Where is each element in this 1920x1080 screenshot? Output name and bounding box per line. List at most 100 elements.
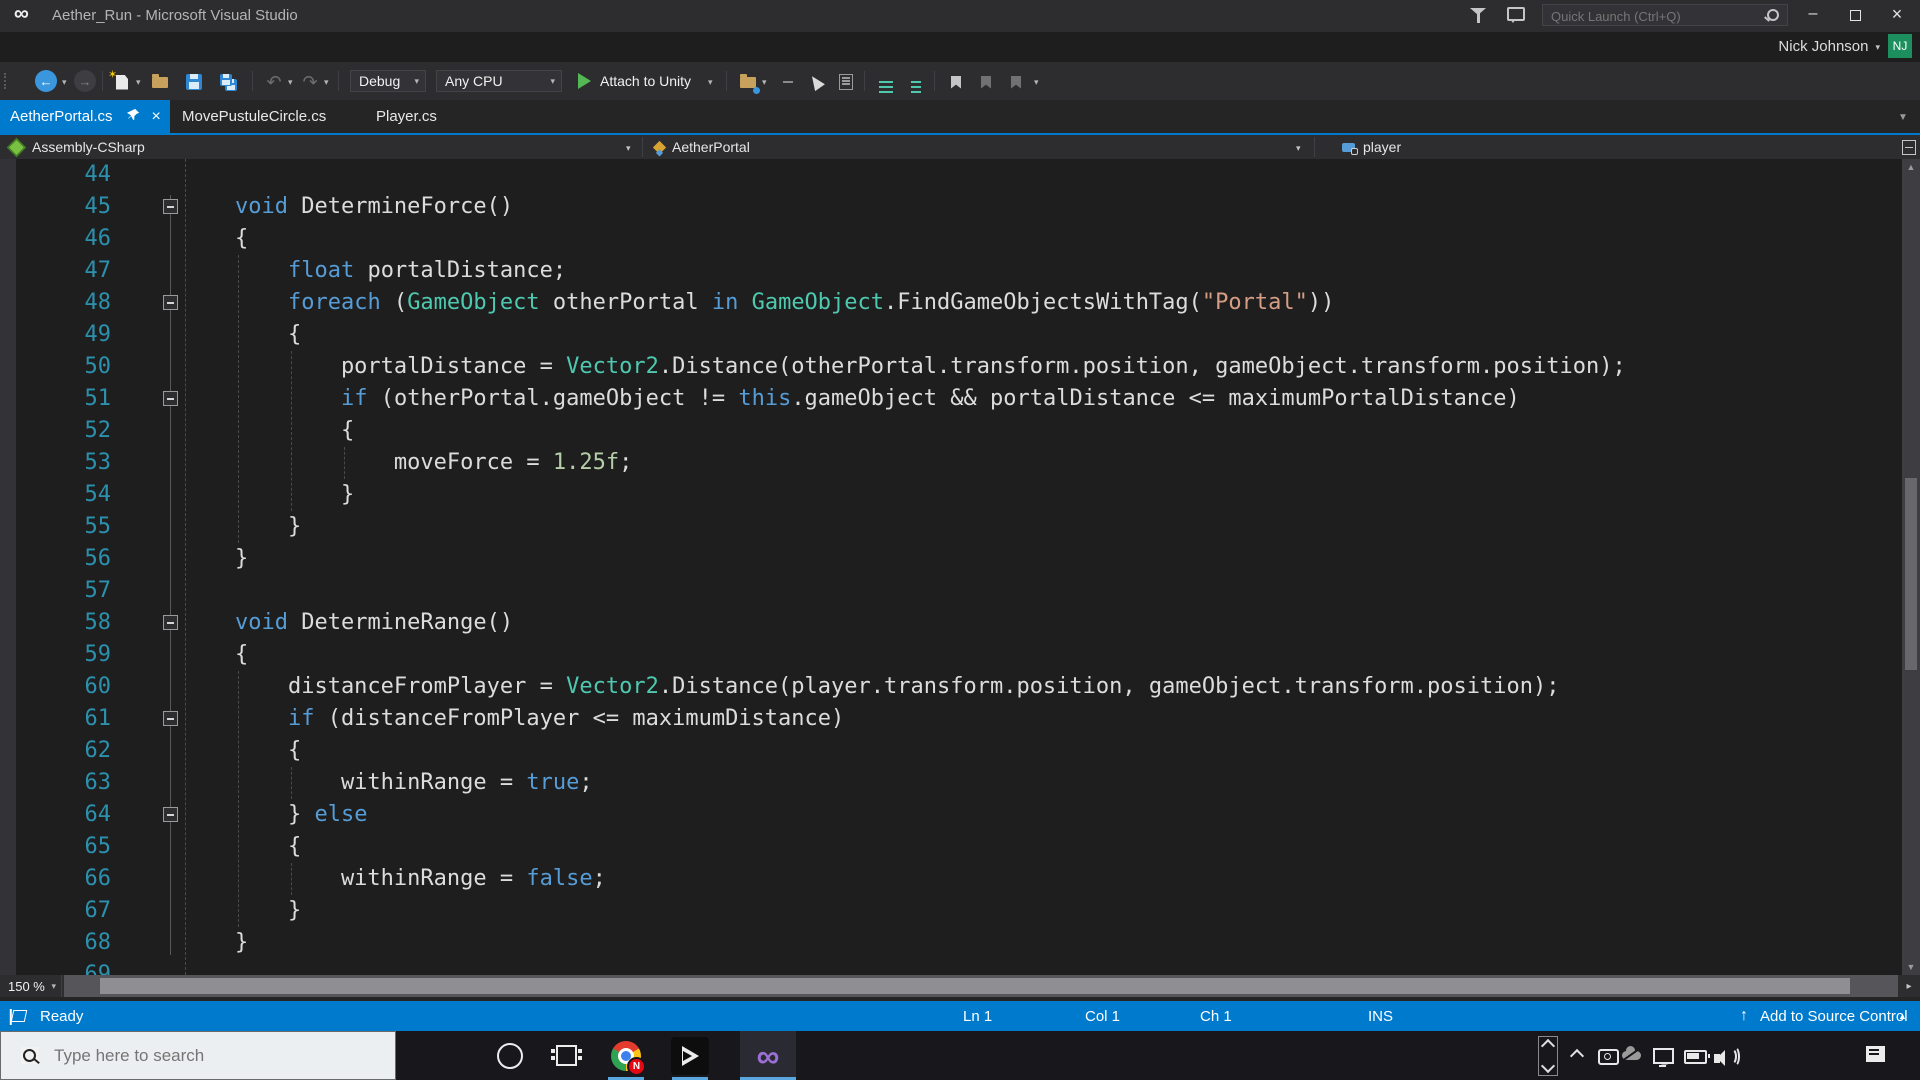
code-line-44[interactable]: 44 — [0, 159, 1900, 191]
add-to-source-control-button[interactable]: Add to Source Control — [1760, 1001, 1908, 1031]
fold-collapse-box[interactable] — [163, 615, 178, 630]
save-icon[interactable] — [184, 72, 204, 92]
solution-configuration-dropdown[interactable]: Debug ▾ — [350, 70, 426, 92]
horizontal-scrollbar[interactable] — [64, 975, 1898, 997]
comment-lines-icon[interactable] — [906, 72, 926, 92]
scroll-down-icon[interactable]: ▼ — [1902, 959, 1920, 975]
close-tab-icon[interactable]: × — [152, 108, 161, 125]
code-line-49[interactable]: 49 { — [0, 319, 1900, 351]
undo-icon[interactable]: ↶ — [264, 72, 284, 92]
zoom-level-dropdown[interactable]: 150 % ▾ — [0, 975, 62, 997]
notifications-filter-icon[interactable] — [1470, 8, 1486, 23]
unity-taskbar-button[interactable] — [666, 1031, 714, 1080]
next-bookmark-icon[interactable] — [1006, 72, 1026, 92]
code-line-69[interactable]: 69 — [0, 959, 1900, 975]
scroll-up-icon[interactable]: ▲ — [1902, 159, 1920, 175]
vertical-scrollbar-thumb[interactable] — [1905, 478, 1917, 670]
tray-scroll-control[interactable] — [1538, 1036, 1558, 1076]
restore-button[interactable] — [1838, 0, 1872, 28]
navigate-back-dropdown[interactable]: ▾ — [62, 77, 67, 88]
split-document-icon[interactable] — [1902, 140, 1916, 155]
fold-collapse-box[interactable] — [163, 391, 178, 406]
navigate-cursor-icon[interactable] — [806, 72, 826, 92]
fold-collapse-box[interactable] — [163, 807, 178, 822]
code-line-48[interactable]: 48 foreach (GameObject otherPortal in Ga… — [0, 287, 1900, 319]
undo-dropdown[interactable]: ▾ — [288, 77, 293, 88]
taskbar-search-input[interactable] — [52, 1044, 395, 1067]
toolbar-options-dropdown[interactable]: ▾ — [1034, 77, 1039, 88]
fold-collapse-box[interactable] — [163, 295, 178, 310]
collapse-icon[interactable] — [778, 72, 798, 92]
fold-collapse-box[interactable] — [163, 199, 178, 214]
redo-icon[interactable]: ↷ — [300, 72, 320, 92]
navigate-back-icon[interactable]: ← — [35, 70, 57, 92]
type-dropdown[interactable]: AetherPortal — [652, 135, 750, 159]
camera-tray-icon[interactable] — [1598, 1049, 1619, 1065]
send-feedback-icon[interactable] — [1507, 7, 1525, 23]
code-line-57[interactable]: 57 — [0, 575, 1900, 607]
action-center-button[interactable] — [1866, 1046, 1885, 1062]
new-file-dropdown[interactable]: ▾ — [136, 77, 141, 88]
code-line-51[interactable]: 51 if (otherPortal.gameObject != this.ga… — [0, 383, 1900, 415]
open-folder-icon[interactable] — [150, 72, 170, 92]
tab-player-cs[interactable]: Player.cs — [358, 100, 480, 133]
cortana-button[interactable] — [488, 1031, 532, 1080]
save-all-icon[interactable] — [218, 72, 238, 92]
bookmark-icon[interactable] — [946, 72, 966, 92]
attach-to-unity-button[interactable]: Attach to Unity — [600, 73, 691, 89]
code-line-50[interactable]: 50 portalDistance = Vector2.Distance(oth… — [0, 351, 1900, 383]
project-dropdown[interactable]: Assembly-CSharp — [6, 135, 145, 159]
network-icon[interactable] — [1653, 1048, 1674, 1067]
project-dropdown-caret[interactable]: ▾ — [626, 143, 631, 154]
tab-aetherportal-cs[interactable]: AetherPortal.cs × — [0, 100, 170, 133]
fold-collapse-box[interactable] — [163, 711, 178, 726]
horizontal-scrollbar-thumb[interactable] — [100, 978, 1850, 994]
code-line-60[interactable]: 60 distanceFromPlayer = Vector2.Distance… — [0, 671, 1900, 703]
code-line-64[interactable]: 64 } else — [0, 799, 1900, 831]
code-line-63[interactable]: 63 withinRange = true; — [0, 767, 1900, 799]
quick-launch-input[interactable] — [1549, 6, 1753, 26]
find-in-files-icon[interactable] — [738, 72, 760, 94]
code-line-59[interactable]: 59 { — [0, 639, 1900, 671]
code-line-65[interactable]: 65 { — [0, 831, 1900, 863]
background-tasks-icon[interactable] — [10, 1001, 28, 1031]
vertical-scrollbar[interactable]: ▲ ▼ — [1902, 159, 1920, 975]
task-view-button[interactable] — [544, 1031, 588, 1080]
code-line-55[interactable]: 55 } — [0, 511, 1900, 543]
account-area[interactable]: Nick Johnson ▾ NJ — [1778, 30, 1912, 62]
close-button[interactable]: × — [1880, 0, 1914, 28]
code-line-52[interactable]: 52 { — [0, 415, 1900, 447]
find-dropdown[interactable]: ▾ — [762, 77, 767, 88]
code-line-62[interactable]: 62 { — [0, 735, 1900, 767]
code-editor[interactable]: 44 45 void DetermineForce() 46 {47 float p… — [0, 159, 1920, 975]
show-hidden-icons-button[interactable] — [1569, 1048, 1585, 1064]
onedrive-offline-icon[interactable] — [1622, 1046, 1641, 1060]
user-name[interactable]: Nick Johnson — [1778, 38, 1868, 55]
previous-bookmark-icon[interactable] — [976, 72, 996, 92]
code-line-68[interactable]: 68 } — [0, 927, 1900, 959]
quick-launch-box[interactable] — [1542, 4, 1788, 26]
code-line-47[interactable]: 47 float portalDistance; — [0, 255, 1900, 287]
minimize-button[interactable]: – — [1796, 0, 1830, 28]
code-line-54[interactable]: 54 } — [0, 479, 1900, 511]
navigate-forward-icon[interactable]: → — [74, 70, 96, 92]
code-line-46[interactable]: 46 { — [0, 223, 1900, 255]
visual-studio-taskbar-button[interactable]: ∞ — [740, 1031, 796, 1080]
scroll-right-icon[interactable]: ▸ — [1900, 975, 1918, 997]
document-outline-icon[interactable] — [836, 72, 856, 92]
pin-tab-icon[interactable] — [126, 108, 140, 125]
code-line-56[interactable]: 56 } — [0, 543, 1900, 575]
code-line-67[interactable]: 67 } — [0, 895, 1900, 927]
battery-icon[interactable] — [1684, 1050, 1710, 1064]
tab-list-dropdown-icon[interactable]: ▼ — [1898, 112, 1908, 123]
chrome-taskbar-button[interactable]: N — [602, 1031, 650, 1080]
avatar[interactable]: NJ — [1888, 34, 1912, 58]
source-control-expand-icon[interactable]: ▲ — [1898, 1001, 1907, 1031]
code-line-58[interactable]: 58 void DetermineRange() — [0, 607, 1900, 639]
code-line-45[interactable]: 45 void DetermineForce() — [0, 191, 1900, 223]
member-dropdown[interactable]: player — [1342, 135, 1401, 159]
code-line-61[interactable]: 61 if (distanceFromPlayer <= maximumDist… — [0, 703, 1900, 735]
toolbar-grip[interactable] — [4, 73, 10, 89]
solution-platform-dropdown[interactable]: Any CPU ▾ — [436, 70, 562, 92]
code-line-66[interactable]: 66 withinRange = false; — [0, 863, 1900, 895]
